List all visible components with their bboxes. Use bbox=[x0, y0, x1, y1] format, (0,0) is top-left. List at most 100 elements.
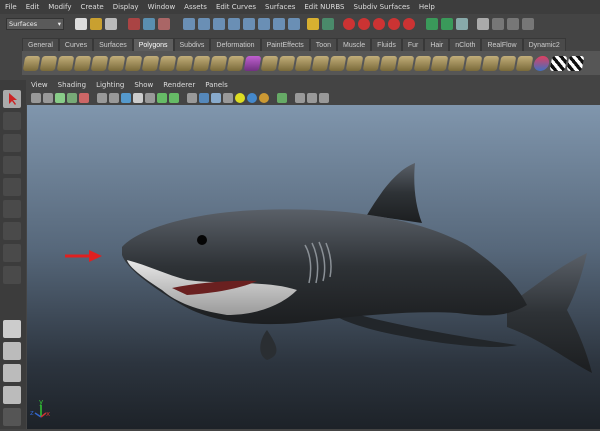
ipr-render-icon[interactable] bbox=[507, 18, 519, 30]
tab-painteffects[interactable]: PaintEffects bbox=[260, 38, 310, 51]
smooth-icon[interactable] bbox=[243, 55, 262, 71]
poly-pyramid-icon[interactable] bbox=[141, 55, 160, 71]
poke-icon[interactable] bbox=[464, 55, 483, 71]
graph-layout-icon[interactable] bbox=[3, 386, 21, 404]
reduce-icon[interactable] bbox=[396, 55, 415, 71]
select-surface-icon[interactable] bbox=[228, 18, 240, 30]
snap-curve-icon[interactable] bbox=[358, 18, 370, 30]
move-tool-icon[interactable] bbox=[3, 156, 21, 174]
bevel-icon[interactable] bbox=[362, 55, 381, 71]
safe-action-icon[interactable] bbox=[157, 93, 167, 103]
snap-grid-icon[interactable] bbox=[343, 18, 355, 30]
grid-icon[interactable] bbox=[97, 93, 107, 103]
wedge-icon[interactable] bbox=[447, 55, 466, 71]
construction-history-icon[interactable] bbox=[456, 18, 468, 30]
lock-icon[interactable] bbox=[307, 18, 319, 30]
save-scene-icon[interactable] bbox=[105, 18, 117, 30]
panel-menu-renderer[interactable]: Renderer bbox=[163, 81, 195, 89]
insert-edge-loop-icon[interactable] bbox=[328, 55, 347, 71]
wireframe-on-shaded-icon[interactable] bbox=[211, 93, 221, 103]
camera-select-icon[interactable] bbox=[31, 93, 41, 103]
extract-icon[interactable] bbox=[515, 55, 534, 71]
tab-dynamic2[interactable]: Dynamic2 bbox=[522, 38, 566, 51]
menu-edit-nurbs[interactable]: Edit NURBS bbox=[304, 3, 344, 11]
menu-modify[interactable]: Modify bbox=[48, 3, 71, 11]
poly-torus-icon[interactable] bbox=[107, 55, 126, 71]
paint-select-tool-icon[interactable] bbox=[3, 134, 21, 152]
select-handle-icon[interactable] bbox=[183, 18, 195, 30]
safe-title-icon[interactable] bbox=[169, 93, 179, 103]
menu-window[interactable]: Window bbox=[148, 3, 176, 11]
make-live-icon[interactable] bbox=[403, 18, 415, 30]
poly-prism-icon[interactable] bbox=[124, 55, 143, 71]
default-lighting-icon[interactable] bbox=[235, 93, 245, 103]
resolution-gate-icon[interactable] bbox=[121, 93, 131, 103]
separate-icon[interactable] bbox=[226, 55, 245, 71]
xray-joints-icon[interactable] bbox=[295, 93, 305, 103]
uv-checker-icon[interactable] bbox=[549, 55, 568, 71]
tab-ncloth[interactable]: nCloth bbox=[449, 38, 482, 51]
combine-icon[interactable] bbox=[209, 55, 228, 71]
select-object-icon[interactable] bbox=[143, 18, 155, 30]
select-component-icon[interactable] bbox=[158, 18, 170, 30]
poly-cylinder-icon[interactable] bbox=[56, 55, 75, 71]
panel-menu-show[interactable]: Show bbox=[134, 81, 153, 89]
all-lights-icon[interactable] bbox=[247, 93, 257, 103]
poly-cone-icon[interactable] bbox=[73, 55, 92, 71]
menu-help[interactable]: Help bbox=[419, 3, 435, 11]
select-misc-icon[interactable] bbox=[288, 18, 300, 30]
collapse-icon[interactable] bbox=[430, 55, 449, 71]
scale-tool-icon[interactable] bbox=[3, 200, 21, 218]
manipulator-tool-icon[interactable] bbox=[3, 222, 21, 240]
input-ops-icon[interactable] bbox=[426, 18, 438, 30]
render-settings-icon[interactable] bbox=[522, 18, 534, 30]
snap-point-icon[interactable] bbox=[373, 18, 385, 30]
tab-muscle[interactable]: Muscle bbox=[336, 38, 372, 51]
image-plane-icon[interactable] bbox=[67, 93, 77, 103]
shark-model[interactable] bbox=[122, 163, 592, 373]
chamfer-icon[interactable] bbox=[481, 55, 500, 71]
poly-pipe-icon[interactable] bbox=[158, 55, 177, 71]
open-scene-icon[interactable] bbox=[90, 18, 102, 30]
camera-attributes-icon[interactable] bbox=[43, 93, 53, 103]
fill-hole-icon[interactable] bbox=[379, 55, 398, 71]
select-curve-icon[interactable] bbox=[213, 18, 225, 30]
new-scene-icon[interactable] bbox=[75, 18, 87, 30]
bookmark-icon[interactable] bbox=[55, 93, 65, 103]
panel-menu-lighting[interactable]: Lighting bbox=[96, 81, 124, 89]
two-d-pan-zoom-icon[interactable] bbox=[79, 93, 89, 103]
select-rendering-icon[interactable] bbox=[273, 18, 285, 30]
sculpt-icon[interactable] bbox=[532, 55, 551, 71]
menu-edit-curves[interactable]: Edit Curves bbox=[216, 3, 256, 11]
show-manipulator-icon[interactable] bbox=[3, 266, 21, 284]
menu-display[interactable]: Display bbox=[113, 3, 139, 11]
select-joint-icon[interactable] bbox=[198, 18, 210, 30]
tab-fur[interactable]: Fur bbox=[401, 38, 425, 51]
select-deformer-icon[interactable] bbox=[243, 18, 255, 30]
shadows-icon[interactable] bbox=[259, 93, 269, 103]
select-dynamic-icon[interactable] bbox=[258, 18, 270, 30]
highlight-selection-icon[interactable] bbox=[322, 18, 334, 30]
menu-subdiv-surfaces[interactable]: Subdiv Surfaces bbox=[354, 3, 410, 11]
tab-toon[interactable]: Toon bbox=[309, 38, 337, 51]
hud-icon[interactable] bbox=[319, 93, 329, 103]
hypershade-layout-icon[interactable] bbox=[3, 408, 21, 426]
single-perspective-layout-icon[interactable] bbox=[3, 320, 21, 338]
isolate-select-icon[interactable] bbox=[277, 93, 287, 103]
poly-plane-icon[interactable] bbox=[90, 55, 109, 71]
wireframe-icon[interactable] bbox=[187, 93, 197, 103]
tab-general[interactable]: General bbox=[22, 38, 59, 51]
tab-fluids[interactable]: Fluids bbox=[371, 38, 402, 51]
output-ops-icon[interactable] bbox=[441, 18, 453, 30]
render-view-icon[interactable] bbox=[477, 18, 489, 30]
film-gate-icon[interactable] bbox=[109, 93, 119, 103]
lasso-tool-icon[interactable] bbox=[3, 112, 21, 130]
render-frame-icon[interactable] bbox=[492, 18, 504, 30]
menu-assets[interactable]: Assets bbox=[184, 3, 207, 11]
snap-view-plane-icon[interactable] bbox=[388, 18, 400, 30]
append-icon[interactable] bbox=[294, 55, 313, 71]
tab-subdivs[interactable]: Subdivs bbox=[173, 38, 211, 51]
select-hierarchy-icon[interactable] bbox=[128, 18, 140, 30]
field-chart-icon[interactable] bbox=[145, 93, 155, 103]
poly-cube-icon[interactable] bbox=[39, 55, 58, 71]
